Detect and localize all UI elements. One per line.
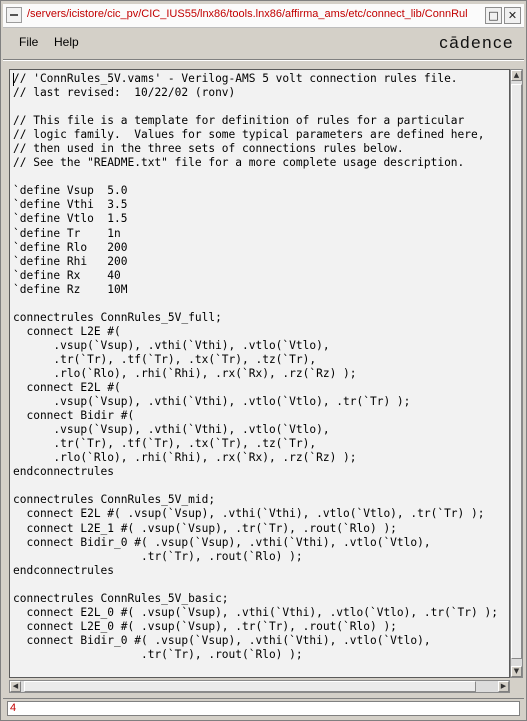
scroll-up-icon[interactable]: ▲ xyxy=(511,70,522,81)
code-line: // logic family. Values for some typical… xyxy=(13,128,485,142)
window-menu-icon[interactable] xyxy=(6,7,22,23)
code-line: // then used in the three sets of connec… xyxy=(13,142,404,156)
code-line: `define Tr 1n xyxy=(13,226,121,240)
code-line: .tr(`Tr), .rout(`Rlo) ); xyxy=(13,549,303,563)
code-line: connectrules ConnRules_5V_basic; xyxy=(13,591,229,605)
close-button[interactable]: ✕ xyxy=(504,7,521,24)
code-line: connect E2L #( xyxy=(13,381,121,395)
menu-divider xyxy=(3,59,524,61)
code-line: .tr(`Tr), .tf(`Tr), .tx(`Tr), .tz(`Tr), xyxy=(13,352,317,366)
minimize-button[interactable]: □ xyxy=(485,7,502,24)
code-line: .rlo(`Rlo), .rhi(`Rhi), .rx(`Rx), .rz(`R… xyxy=(13,451,357,465)
title-bar[interactable]: /servers/icistore/cic_pv/CIC_IUS55/lnx86… xyxy=(3,4,524,28)
code-line: connect Bidir_0 #( .vsup(`Vsup), .vthi(`… xyxy=(13,633,431,647)
status-field: 4 xyxy=(7,701,520,716)
code-line: endconnectrules xyxy=(13,563,115,577)
status-bar: 4 xyxy=(3,698,524,719)
code-line: .tr(`Tr), .tf(`Tr), .tx(`Tr), .tz(`Tr), xyxy=(13,437,317,451)
code-line: .rlo(`Rlo), .rhi(`Rhi), .rx(`Rx), .rz(`R… xyxy=(13,366,357,380)
vertical-scrollbar[interactable]: ▲ ▼ xyxy=(510,69,523,678)
source-text[interactable]: // 'ConnRules_5V.vams' - Verilog-AMS 5 v… xyxy=(13,72,498,662)
code-line: // This file is a template for definitio… xyxy=(13,114,465,128)
code-line: `define Vtlo 1.5 xyxy=(13,212,128,226)
code-line: .vsup(`Vsup), .vthi(`Vthi), .vtlo(`Vtlo)… xyxy=(13,423,330,437)
code-line: // 'ConnRules_5V.vams' - Verilog-AMS 5 v… xyxy=(13,72,458,85)
code-line: connect E2L #( .vsup(`Vsup), .vthi(`Vthi… xyxy=(13,507,485,521)
vertical-scroll-thumb[interactable] xyxy=(511,84,522,659)
code-line: `define Rlo 200 xyxy=(13,240,128,254)
code-line: endconnectrules xyxy=(13,465,115,479)
menu-help[interactable]: Help xyxy=(54,35,79,49)
menu-help-label: Help xyxy=(54,35,79,49)
code-line: connectrules ConnRules_5V_full; xyxy=(13,310,222,324)
code-line: connectrules ConnRules_5V_mid; xyxy=(13,493,216,507)
menu-file[interactable]: File xyxy=(19,35,38,49)
code-line: `define Vsup 5.0 xyxy=(13,184,128,198)
code-line: `define Rx 40 xyxy=(13,268,121,282)
close-icon: ✕ xyxy=(507,9,518,22)
code-line: connect Bidir_0 #( .vsup(`Vsup), .vthi(`… xyxy=(13,535,431,549)
cadence-logo: cādence xyxy=(439,33,514,52)
scroll-right-icon[interactable]: ▶ xyxy=(498,681,509,692)
menu-bar: File Help cādence xyxy=(3,29,524,57)
code-line: `define Vthi 3.5 xyxy=(13,198,128,212)
code-line: `define Rz 10M xyxy=(13,282,128,296)
code-line: .vsup(`Vsup), .vthi(`Vthi), .vtlo(`Vtlo)… xyxy=(13,395,411,409)
scroll-down-icon[interactable]: ▼ xyxy=(511,666,522,677)
code-line: connect E2L_0 #( .vsup(`Vsup), .vthi(`Vt… xyxy=(13,605,498,619)
menu-file-label: File xyxy=(19,35,39,49)
scroll-left-icon[interactable]: ◀ xyxy=(10,681,21,692)
code-line: connect L2E #( xyxy=(13,324,121,338)
horizontal-scrollbar[interactable]: ◀ ▶ xyxy=(9,680,510,693)
code-line: connect Bidir #( xyxy=(13,409,135,423)
viewer-window: /servers/icistore/cic_pv/CIC_IUS55/lnx86… xyxy=(0,0,527,721)
code-line: `define Rhi 200 xyxy=(13,254,128,268)
code-line: connect L2E_1 #( .vsup(`Vsup), .tr(`Tr),… xyxy=(13,521,397,535)
code-line: .vsup(`Vsup), .vthi(`Vthi), .vtlo(`Vtlo)… xyxy=(13,338,330,352)
code-line: connect L2E_0 #( .vsup(`Vsup), .tr(`Tr),… xyxy=(13,619,397,633)
code-line: .tr(`Tr), .rout(`Rlo) ); xyxy=(13,647,303,661)
code-line: // last revised: 10/22/02 (ronv) xyxy=(13,86,236,100)
text-view[interactable]: // 'ConnRules_5V.vams' - Verilog-AMS 5 v… xyxy=(9,69,510,678)
window-title: /servers/icistore/cic_pv/CIC_IUS55/lnx86… xyxy=(27,8,467,20)
minimize-icon: □ xyxy=(488,9,499,22)
code-line: // See the "README.txt" file for a more … xyxy=(13,156,465,170)
horizontal-scroll-thumb[interactable] xyxy=(24,681,476,692)
